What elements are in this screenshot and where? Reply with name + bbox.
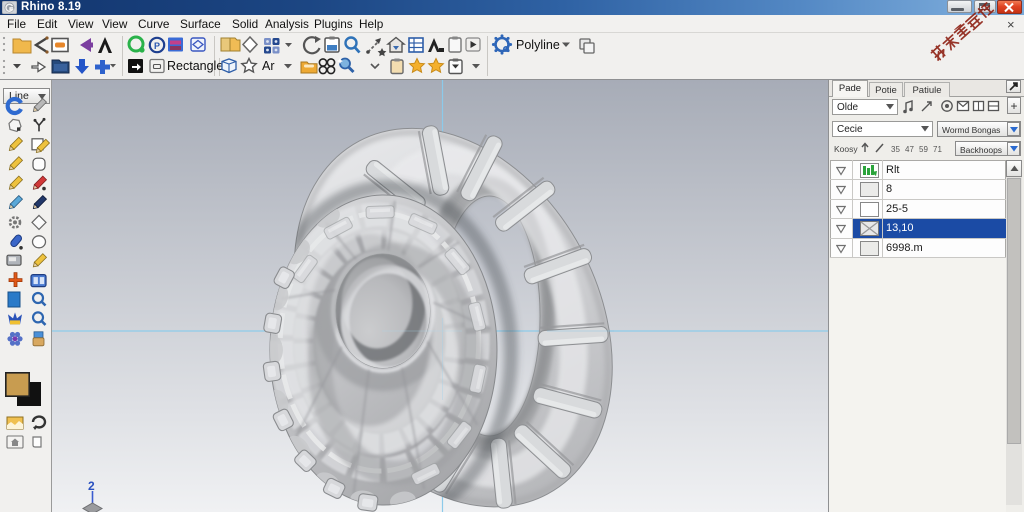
svg-text:35: 35	[891, 145, 900, 154]
svg-text:2: 2	[88, 479, 95, 493]
svg-text:47: 47	[905, 145, 914, 154]
svg-text:59: 59	[919, 145, 928, 154]
svg-text:Koosy: Koosy	[834, 144, 858, 154]
svg-text:Polyline: Polyline	[516, 38, 560, 52]
svg-text:Rectangle: Rectangle	[167, 59, 223, 73]
svg-text:Ar: Ar	[262, 59, 275, 73]
svg-text:71: 71	[933, 145, 942, 154]
svg-text:P: P	[154, 41, 160, 51]
